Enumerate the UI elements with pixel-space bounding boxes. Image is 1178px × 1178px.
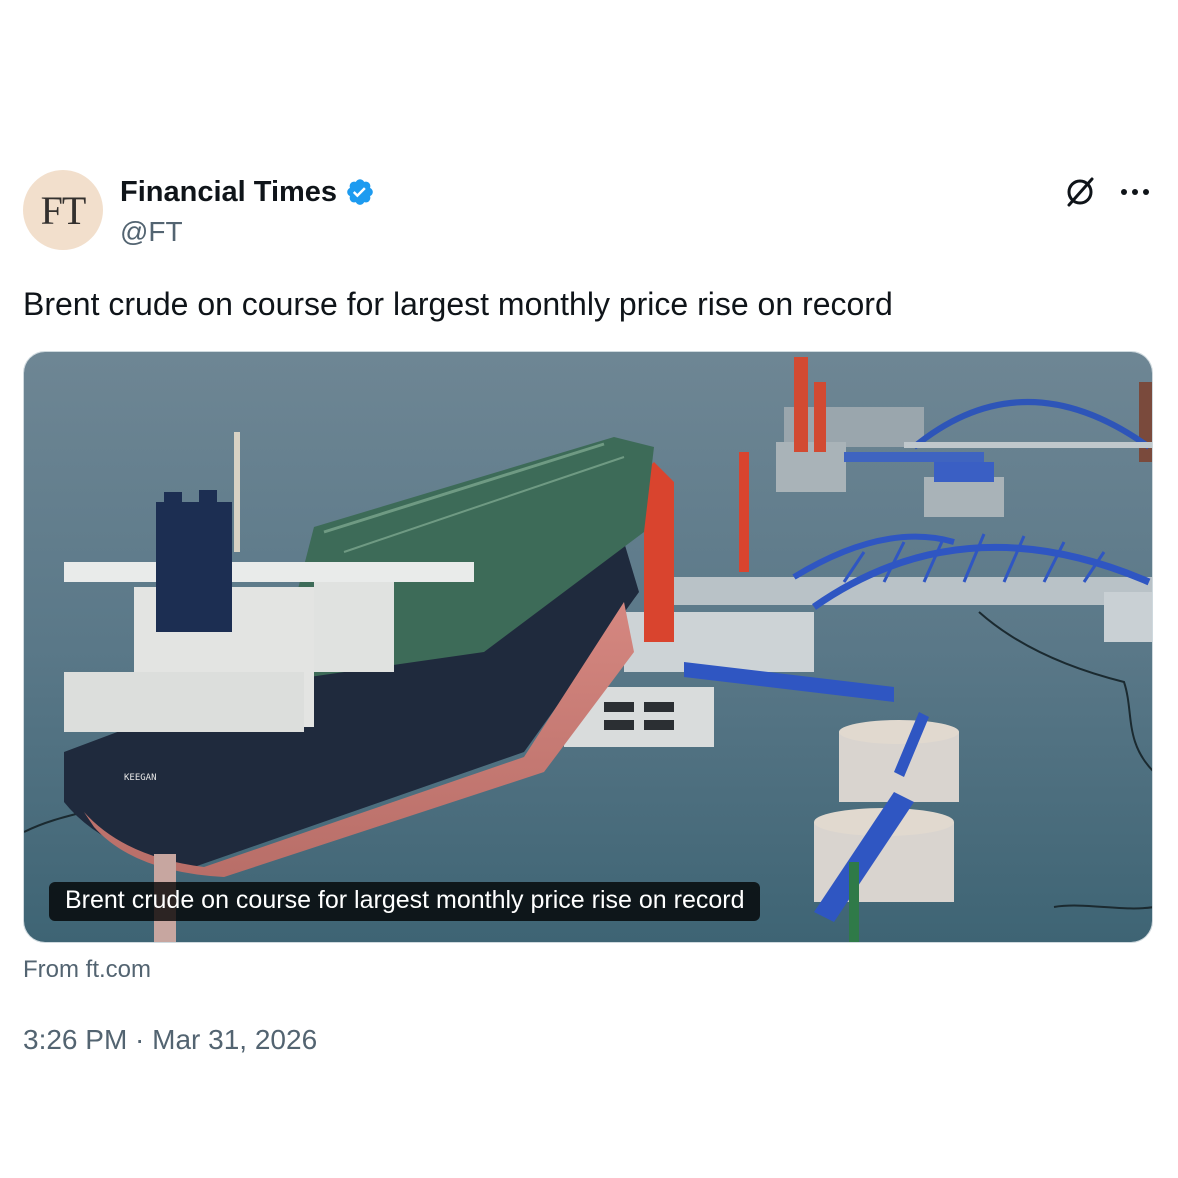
source-link[interactable]: From ft.com <box>23 956 151 984</box>
hull-name-text: KEEGAN <box>124 773 157 783</box>
tweet-timestamp[interactable]: 3:26 PM · Mar 31, 2026 <box>23 1024 317 1056</box>
avatar[interactable]: FT <box>23 170 103 250</box>
media-caption: Brent crude on course for largest monthl… <box>49 882 761 921</box>
author-handle[interactable]: @FT <box>120 216 183 248</box>
media-image: KEEGAN <box>24 352 1152 942</box>
author-name-row: Financial Times <box>120 176 375 208</box>
more-horizontal-icon[interactable] <box>1115 172 1155 212</box>
media-card[interactable]: KEEGAN Brent crude on course for largest… <box>23 351 1153 943</box>
tweet-card: FT Financial Times @FT Brent crude on co… <box>0 0 1178 1178</box>
verified-badge-icon[interactable] <box>345 177 375 207</box>
tweet-text: Brent crude on course for largest monthl… <box>23 286 893 322</box>
grok-slashed-circle-icon[interactable] <box>1060 172 1100 212</box>
author-display-name[interactable]: Financial Times <box>120 176 337 209</box>
